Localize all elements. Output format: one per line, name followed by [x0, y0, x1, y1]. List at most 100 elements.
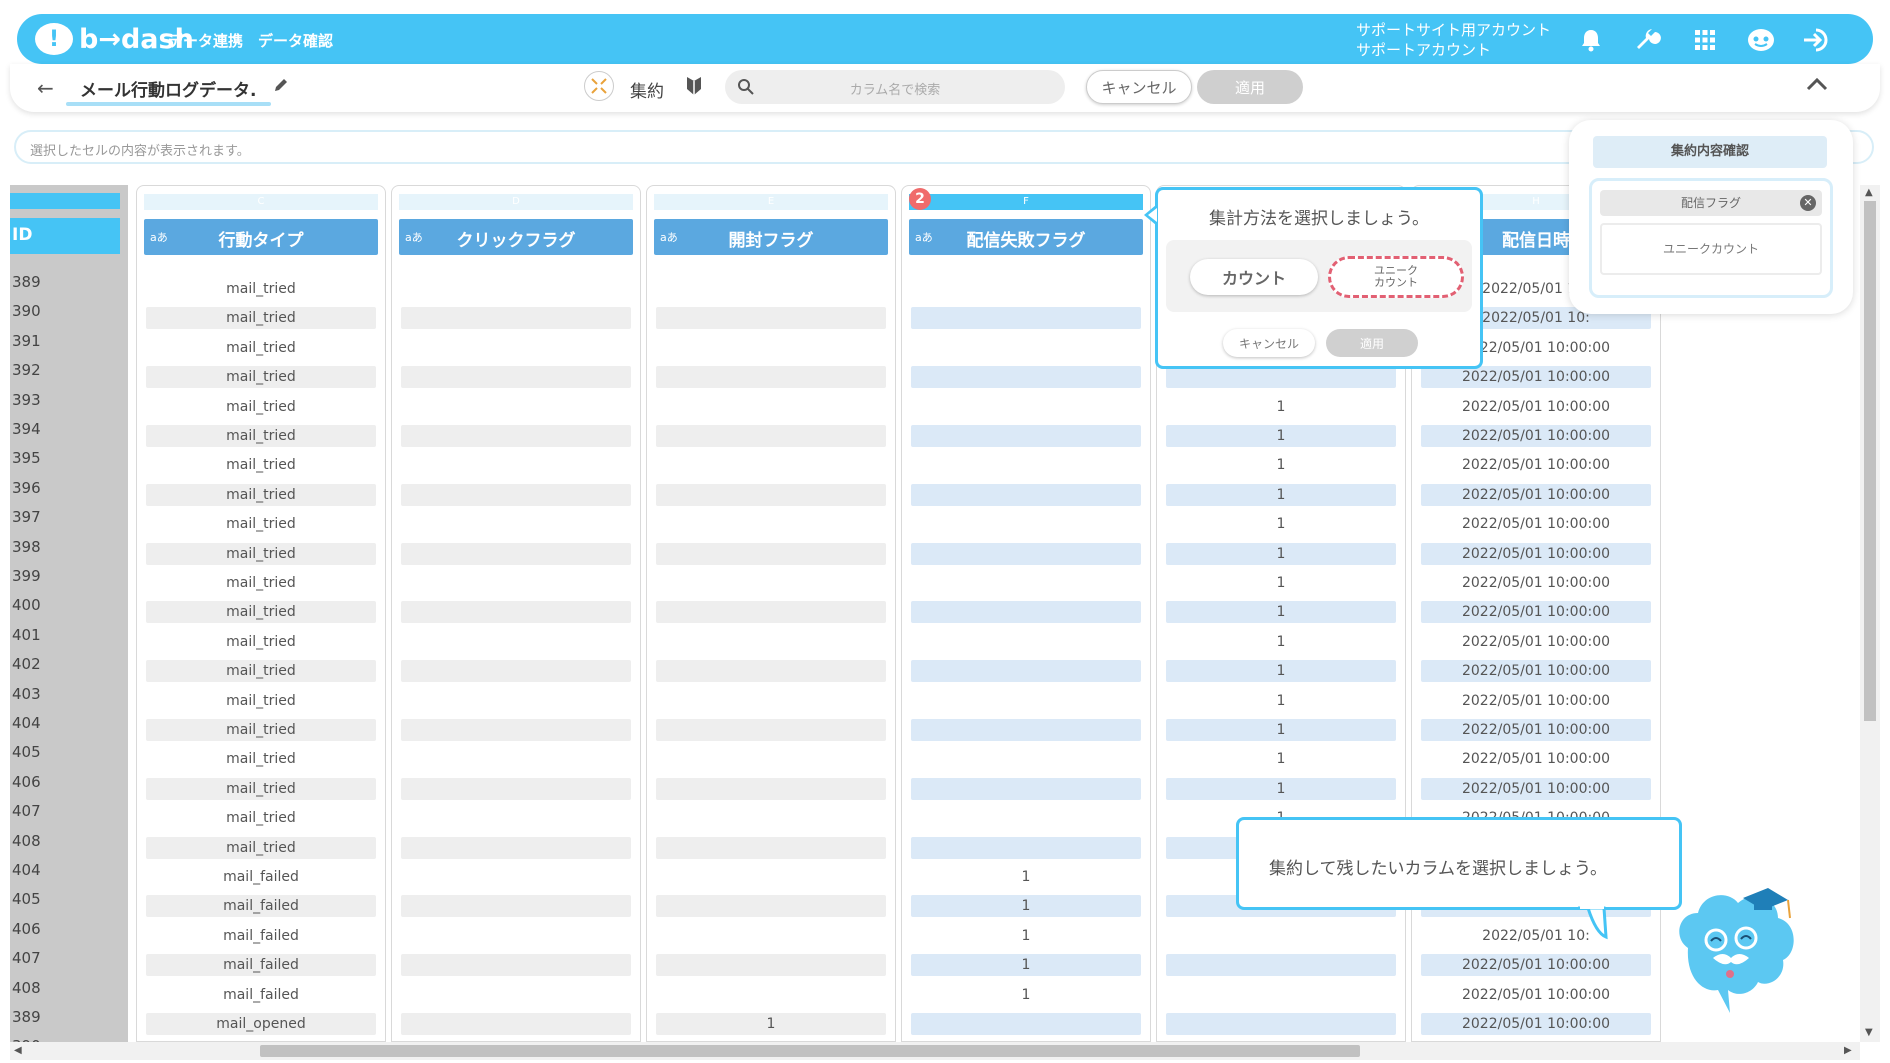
- remove-chip-icon[interactable]: ✕: [1800, 195, 1816, 211]
- table-cell[interactable]: [911, 690, 1141, 712]
- id-cell[interactable]: 408: [10, 832, 120, 861]
- table-cell[interactable]: [401, 777, 631, 800]
- table-cell[interactable]: [401, 719, 631, 741]
- table-cell[interactable]: mail_opened: [146, 1013, 376, 1035]
- table-cell[interactable]: [911, 425, 1141, 447]
- table-cell[interactable]: [656, 572, 886, 594]
- table-cell[interactable]: [656, 719, 886, 741]
- table-cell[interactable]: mail_tried: [146, 660, 376, 683]
- table-cell[interactable]: [401, 366, 631, 389]
- table-cell[interactable]: [656, 542, 886, 565]
- table-cell[interactable]: [911, 337, 1141, 359]
- scroll-up-arrow-icon[interactable]: ▲: [1865, 187, 1873, 198]
- table-cell[interactable]: [401, 925, 631, 947]
- column-letter[interactable]: C: [144, 194, 378, 210]
- table-cell[interactable]: [656, 836, 886, 859]
- table-cell[interactable]: [911, 572, 1141, 594]
- table-cell[interactable]: [1166, 1013, 1396, 1035]
- table-cell[interactable]: [656, 601, 886, 624]
- table-cell[interactable]: [656, 660, 886, 683]
- back-arrow-icon[interactable]: ←: [37, 76, 54, 100]
- horizontal-scrollbar[interactable]: ◀ ▶: [10, 1042, 1860, 1060]
- table-cell[interactable]: 2022/05/01 10:00:00: [1421, 572, 1651, 594]
- table-cell[interactable]: mail_failed: [146, 954, 376, 977]
- table-cell[interactable]: [401, 866, 631, 888]
- table-cell[interactable]: [656, 748, 886, 770]
- id-cell[interactable]: 408: [10, 979, 120, 1008]
- wrench-icon[interactable]: [1633, 25, 1663, 55]
- table-cell[interactable]: 2022/05/01 10:00:00: [1421, 513, 1651, 535]
- id-cell[interactable]: 399: [10, 567, 120, 596]
- filter-icon[interactable]: [686, 75, 702, 101]
- table-cell[interactable]: [911, 660, 1141, 683]
- table-cell[interactable]: 1: [911, 866, 1141, 888]
- scroll-right-arrow-icon[interactable]: ▶: [1844, 1045, 1852, 1056]
- column-header[interactable]: aあ 配信失敗フラグ: [909, 219, 1143, 255]
- table-cell[interactable]: [401, 836, 631, 859]
- table-cell[interactable]: mail_tried: [146, 631, 376, 653]
- table-cell[interactable]: [401, 278, 631, 300]
- vertical-scroll-thumb[interactable]: [1864, 201, 1876, 721]
- table-cell[interactable]: 1: [911, 895, 1141, 918]
- table-cell[interactable]: 2022/05/01 10:00:00: [1421, 1013, 1651, 1035]
- id-cell[interactable]: 406: [10, 920, 120, 949]
- logout-icon[interactable]: [1802, 25, 1832, 55]
- table-cell[interactable]: mail_tried: [146, 572, 376, 594]
- table-cell[interactable]: [401, 483, 631, 506]
- table-cell[interactable]: [401, 513, 631, 535]
- table-cell[interactable]: 1: [1166, 396, 1396, 418]
- table-cell[interactable]: 1: [1166, 601, 1396, 624]
- table-cell[interactable]: 1: [911, 925, 1141, 947]
- column-letter[interactable]: D: [399, 194, 633, 210]
- table-cell[interactable]: [656, 954, 886, 977]
- nav-data-integration[interactable]: データ連携: [168, 30, 243, 51]
- column-search-input[interactable]: カラム名で検索: [725, 70, 1065, 104]
- table-cell[interactable]: 2022/05/01 10:00:00: [1421, 719, 1651, 741]
- id-cell[interactable]: 403: [10, 685, 120, 714]
- table-cell[interactable]: [911, 1013, 1141, 1035]
- column-header[interactable]: aあ クリックフラグ: [399, 219, 633, 255]
- table-cell[interactable]: 2022/05/01 10:00:00: [1421, 483, 1651, 506]
- table-cell[interactable]: [656, 777, 886, 800]
- table-cell[interactable]: [911, 719, 1141, 741]
- table-cell[interactable]: 2022/05/01 10:00:00: [1421, 601, 1651, 624]
- table-cell[interactable]: 2022/05/01 10:00:00: [1421, 777, 1651, 800]
- table-cell[interactable]: [401, 307, 631, 330]
- table-cell[interactable]: 1: [1166, 748, 1396, 770]
- scroll-left-arrow-icon[interactable]: ◀: [14, 1045, 22, 1056]
- table-cell[interactable]: [911, 278, 1141, 300]
- table-cell[interactable]: [401, 425, 631, 447]
- id-cell[interactable]: 400: [10, 596, 120, 625]
- table-cell[interactable]: [911, 513, 1141, 535]
- table-cell[interactable]: [1166, 954, 1396, 977]
- table-cell[interactable]: [911, 483, 1141, 506]
- table-cell[interactable]: 2022/05/01 10:00:00: [1421, 366, 1651, 389]
- table-cell[interactable]: mail_tried: [146, 836, 376, 859]
- nav-data-check[interactable]: データ確認: [258, 30, 333, 51]
- cancel-button[interactable]: キャンセル: [1086, 70, 1192, 104]
- table-cell[interactable]: 1: [656, 1013, 886, 1035]
- id-cell[interactable]: 407: [10, 802, 120, 831]
- table-cell[interactable]: mail_tried: [146, 366, 376, 389]
- id-column-header[interactable]: ID: [10, 218, 120, 254]
- table-cell[interactable]: [656, 925, 886, 947]
- id-cell[interactable]: 389: [10, 273, 120, 302]
- table-cell[interactable]: 1: [1166, 719, 1396, 741]
- table-cell[interactable]: [401, 690, 631, 712]
- table-cell[interactable]: mail_failed: [146, 984, 376, 1006]
- table-cell[interactable]: [911, 307, 1141, 330]
- table-cell[interactable]: [1166, 366, 1396, 389]
- table-cell[interactable]: mail_tried: [146, 748, 376, 770]
- table-cell[interactable]: 2022/05/01 10:00:00: [1421, 954, 1651, 977]
- popup-cancel-button[interactable]: キャンセル: [1223, 329, 1315, 357]
- table-cell[interactable]: 2022/05/01 10:00:00: [1421, 631, 1651, 653]
- table-cell[interactable]: [1166, 984, 1396, 1006]
- bell-icon[interactable]: [1576, 25, 1606, 55]
- table-cell[interactable]: 2022/05/01 10:00:00: [1421, 542, 1651, 565]
- table-cell[interactable]: [401, 542, 631, 565]
- aggregate-label[interactable]: 集約: [630, 77, 664, 102]
- table-cell[interactable]: mail_tried: [146, 719, 376, 741]
- id-cell[interactable]: 404: [10, 714, 120, 743]
- table-cell[interactable]: [401, 601, 631, 624]
- id-cell[interactable]: 394: [10, 420, 120, 449]
